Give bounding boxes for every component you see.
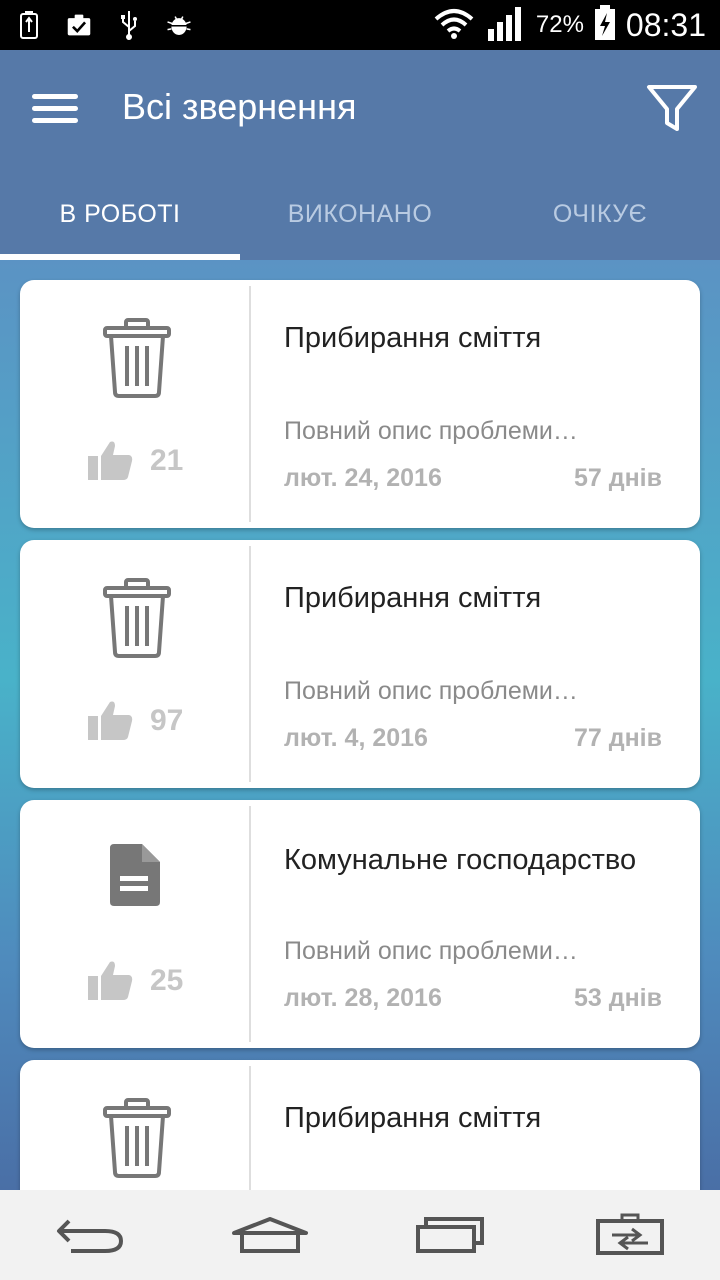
divider xyxy=(249,806,251,1042)
document-icon xyxy=(108,842,178,922)
card-title: Комунальне господарство xyxy=(284,844,637,876)
likes[interactable]: 97 xyxy=(86,700,183,742)
request-card[interactable]: 25 Комунальне господарство Повний опис п… xyxy=(20,800,700,1048)
requests-list[interactable]: 21 Прибирання сміття Повний опис проблем… xyxy=(0,260,720,1190)
card-left-panel: 21 xyxy=(20,280,250,528)
card-left-panel: 25 xyxy=(20,800,250,1048)
thumbs-up-icon xyxy=(88,961,133,1000)
card-date: лют. 28, 2016 xyxy=(284,984,442,1012)
battery-icon xyxy=(594,4,616,46)
card-left-panel: 97 xyxy=(20,540,250,788)
clock: 08:31 xyxy=(625,6,706,43)
wifi-icon xyxy=(432,7,476,44)
card-description: Повний опис проблеми… xyxy=(284,937,578,965)
dual-window-icon[interactable] xyxy=(585,1205,675,1265)
card-title: Прибирання сміття xyxy=(284,582,542,614)
likes[interactable]: 25 xyxy=(86,960,183,1002)
clipboard-check-icon xyxy=(66,10,92,40)
android-debug-icon xyxy=(166,10,192,40)
battery-percent: 72% xyxy=(535,11,584,38)
card-title: Прибирання сміття xyxy=(284,322,542,354)
request-card[interactable]: 97 Прибирання сміття Повний опис проблем… xyxy=(20,540,700,788)
likes-count: 25 xyxy=(150,964,184,997)
likes-count: 21 xyxy=(150,444,184,477)
app-bar: Всі звернення В РОБОТІ ВИКОНАНО ОЧІКУЄ xyxy=(0,50,720,260)
card-days: 77 днів xyxy=(573,724,662,752)
tab-in-progress[interactable]: В РОБОТІ xyxy=(0,168,240,260)
tab-pending[interactable]: ОЧІКУЄ xyxy=(480,168,720,260)
page-title: Всі звернення xyxy=(122,86,357,127)
trash-icon xyxy=(102,578,172,658)
likes-count: 97 xyxy=(150,704,184,737)
card-date: лют. 4, 2016 xyxy=(284,724,428,752)
home-icon[interactable] xyxy=(225,1205,315,1265)
tab-completed[interactable]: ВИКОНАНО xyxy=(240,168,480,260)
usb-icon xyxy=(116,10,142,40)
tab-bar: В РОБОТІ ВИКОНАНО ОЧІКУЄ xyxy=(0,168,720,260)
status-bar: 72% 08:31 xyxy=(0,0,720,50)
recent-apps-icon[interactable] xyxy=(405,1205,495,1265)
card-description: Повний опис проблеми… xyxy=(284,677,578,705)
card-date: лют. 24, 2016 xyxy=(284,464,442,492)
thumbs-up-icon xyxy=(88,701,133,740)
card-left-panel xyxy=(20,1060,250,1190)
request-card[interactable]: 21 Прибирання сміття Повний опис проблем… xyxy=(20,280,700,528)
divider xyxy=(249,286,251,522)
battery-charging-icon xyxy=(16,10,42,40)
divider xyxy=(249,1066,251,1190)
trash-icon xyxy=(102,318,172,398)
card-days: 57 днів xyxy=(573,464,662,492)
system-nav-bar xyxy=(0,1190,720,1280)
menu-icon[interactable] xyxy=(30,88,82,128)
request-card[interactable]: Прибирання сміття xyxy=(20,1060,700,1190)
card-title: Прибирання сміття xyxy=(284,1102,542,1134)
card-description: Повний опис проблеми… xyxy=(284,417,578,445)
back-icon[interactable] xyxy=(45,1205,135,1265)
divider xyxy=(249,546,251,782)
signal-icon xyxy=(486,5,526,46)
filter-icon[interactable] xyxy=(644,80,700,136)
card-days: 53 днів xyxy=(573,984,662,1012)
likes[interactable]: 21 xyxy=(86,440,183,482)
thumbs-up-icon xyxy=(88,441,133,480)
trash-icon xyxy=(102,1098,172,1178)
